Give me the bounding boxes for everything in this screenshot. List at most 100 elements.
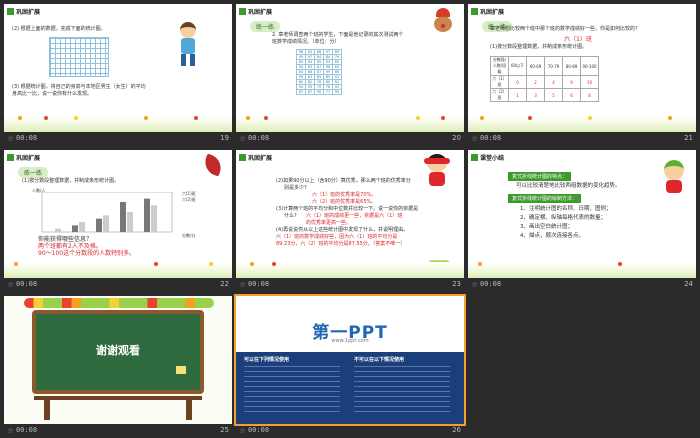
slide-canvas: 巩固扩展 练一练 (1)按分数段整理数据，并制成条形统计图。 人数/人 六(1)… <box>4 150 232 278</box>
bar <box>151 205 157 232</box>
star-icon: ☆ <box>239 134 247 143</box>
slide-number: 21 <box>684 134 693 142</box>
section-title: 巩固扩展 <box>248 9 273 16</box>
question-line: (2) 根据上面的数据，完成下面的统计图。 <box>12 26 106 32</box>
slide-number: 20 <box>452 134 461 142</box>
question-line: (4)再说说你从以上这些统计图中发现了什么，并说明理由。 <box>276 227 409 233</box>
slide-meta: ☆ 00:08 20 <box>236 132 464 145</box>
slide-number: 19 <box>220 134 229 142</box>
flower-decoration <box>4 116 232 124</box>
slide-timing: 00:08 <box>248 134 270 142</box>
star-icon: ☆ <box>239 426 247 435</box>
bar <box>55 228 61 232</box>
practice-label: 练一练 <box>250 21 281 32</box>
slide-meta: ☆ 00:08 24 <box>468 278 696 291</box>
slide-thumbnail-20[interactable]: 巩固扩展 练一练 2. 章老师调查两个班的学生，下面是他记录的其次测试两个 班数… <box>236 4 464 143</box>
table-cell: 六（1）班 <box>490 75 509 89</box>
slide-number: 24 <box>684 280 693 288</box>
brand-site: www.1ppt.com <box>331 338 369 344</box>
answer-line: 六（2）班的优秀率是65%。 <box>312 199 377 205</box>
red-leaf-illustration <box>201 153 225 177</box>
section-tag: 课堂小结 <box>471 153 504 162</box>
boy-illustration <box>174 22 202 66</box>
answer-line: 90～100这个分数段的人数特别多。 <box>38 250 136 257</box>
allowed-heading: 可以在下列情况使用 <box>244 357 290 363</box>
flower-decoration <box>468 262 696 270</box>
table-cell: 8 <box>580 88 599 102</box>
grouped-bar-chart <box>41 192 173 233</box>
section-tag: 巩固扩展 <box>471 7 504 16</box>
table-cell: 1 <box>508 88 527 102</box>
answer-line: 六（1）班的成绩更一些，依据是六（1）班 <box>306 213 403 219</box>
table-cell: 3 <box>526 88 545 102</box>
question-line: 2. 章老师调查两个班的学生，下面是他记录的其次测试两个 <box>272 32 404 38</box>
bar <box>127 212 133 232</box>
table-header-cell: 90-100 <box>580 56 599 76</box>
section-title: 巩固扩展 <box>16 9 41 16</box>
table-cell: 0 <box>508 75 527 89</box>
section-tag: 巩固扩展 <box>7 153 40 162</box>
table-row: 87 87 90 77 95 <box>296 89 342 95</box>
cartoon-character <box>660 160 688 194</box>
question-line: 身高比一比，说一说你有什么发现。 <box>12 91 93 97</box>
slide-canvas: 课堂小结 复式折线统计图的特点： 可以比较清楚地比较两组数据的变化趋势。 复式折… <box>468 150 696 278</box>
star-icon: ☆ <box>471 280 479 289</box>
slide-number: 25 <box>220 426 229 434</box>
table-header-row: 分数段/人数/班级 60以下 60-69 70-79 80-89 90-100 <box>490 56 599 76</box>
bar-group <box>55 198 157 232</box>
table-header-cell: 60以下 <box>508 56 527 76</box>
slide-thumbnail-21[interactable]: 巩固扩展 练一练 章老师想比较两个班中那个班的数学成绩好一些，你是如何比较的？ … <box>468 4 696 143</box>
slide-thumbnail-23[interactable]: 巩固扩展 (2)如果90分以上（含90分）算优秀，那么两个班的优秀率分 别是多少… <box>236 150 464 289</box>
star-icon: ☆ <box>7 280 15 289</box>
bar <box>120 202 126 232</box>
flower-decoration <box>468 116 696 124</box>
table-cell: 6 <box>562 88 581 102</box>
table-header-cell: 分数段/人数/班级 <box>490 56 509 76</box>
question-line: (3)计算两个班的平均分和中位数并比较一下。说一说你的依据是 <box>276 206 419 212</box>
practice-label: 练一练 <box>18 167 49 178</box>
step-line: 1、注明统计图的名称、日期、图例； <box>520 206 612 212</box>
slide-thumbnail-24[interactable]: 课堂小结 复式折线统计图的特点： 可以比较清楚地比较两组数据的变化趋势。 复式折… <box>468 150 696 289</box>
question-line: 章老师想比较两个班中那个班的数学成绩好一些，你是如何比较的？ <box>490 26 641 32</box>
legend-item: 六(2)班 <box>182 197 196 202</box>
slide-thumbnail-22[interactable]: 巩固扩展 练一练 (1)按分数段整理数据，并制成条形统计图。 人数/人 六(1)… <box>4 150 232 289</box>
slide-thumbnail-26[interactable]: 第一PPT www.1ppt.com 可以在下列情况使用 不可以在以下情况使用 … <box>234 294 466 435</box>
question-text: 你能获得哪些信息？ <box>38 236 93 243</box>
question-line: (1)按分数段整理数据，并制成条形统计图。 <box>22 178 120 184</box>
slide-canvas: 巩固扩展 练一练 章老师想比较两个班中那个班的数学成绩好一些，你是如何比较的？ … <box>468 4 696 132</box>
board-base <box>34 396 202 400</box>
slide-timing: 00:08 <box>480 280 502 288</box>
table-cell: 87 <box>305 89 315 95</box>
slide-timing: 00:08 <box>480 134 502 142</box>
bar <box>72 225 78 232</box>
slide-canvas: 第一PPT www.1ppt.com 可以在下列情况使用 不可以在以下情况使用 <box>236 296 464 424</box>
thanks-text: 谢谢观看 <box>96 344 140 357</box>
section-tag: 巩固扩展 <box>239 153 272 162</box>
slide-canvas: 巩固扩展 (2) 根据上面的数据，完成下面的统计图。 (3) 根据统计图，将自己… <box>4 4 232 132</box>
x-axis-label: 分数/分 <box>182 233 196 238</box>
flower-decoration <box>236 262 464 270</box>
slide-meta: ☆ 00:08 25 <box>4 424 232 437</box>
slide-canvas: 巩固扩展 (2)如果90分以上（含90分）算优秀，那么两个班的优秀率分 别是多少… <box>236 150 464 278</box>
reindeer-illustration <box>430 8 456 34</box>
section-title: 课堂小结 <box>480 155 505 162</box>
section-tag: 巩固扩展 <box>239 7 272 16</box>
step-line: 3、画出空白统计图； <box>520 224 573 230</box>
slide-thumbnail-25[interactable]: 谢谢观看 ☆ 00:08 25 <box>4 296 232 435</box>
top-flower-decoration <box>24 298 214 308</box>
answer-line: 89.23分，六（2）班的平均分是87.55分。（答案不唯一） <box>276 241 406 247</box>
slide-timing: 00:08 <box>248 426 270 434</box>
question-line: (3) 根据统计图，将自己的身高与本地区男生（女生）的平均 <box>12 84 146 90</box>
star-icon: ☆ <box>7 426 15 435</box>
slide-number: 23 <box>452 280 461 288</box>
flower-decoration <box>4 262 232 270</box>
summary-box-method: 复式折线统计图的绘制方法： <box>508 194 582 203</box>
table-header-cell: 80-89 <box>562 56 581 76</box>
question-line: 班数学成绩情况。（单位：分） <box>272 39 340 45</box>
summary-heading: 复式折线统计图的特点： <box>512 174 568 180</box>
slide-canvas: 巩固扩展 练一练 2. 章老师调查两个班的学生，下面是他记录的其次测试两个 班数… <box>236 4 464 132</box>
score-table: 98 63 88 97 89 95 97 84 84 79 89 94 85 93 85 90 83 87 96 83… <box>296 49 342 95</box>
table-row: 六（2）班 1 3 5 6 8 <box>490 88 599 102</box>
slide-timing: 00:08 <box>16 280 38 288</box>
slide-thumbnail-19[interactable]: 巩固扩展 (2) 根据上面的数据，完成下面的统计图。 (3) 根据统计图，将自己… <box>4 4 232 143</box>
